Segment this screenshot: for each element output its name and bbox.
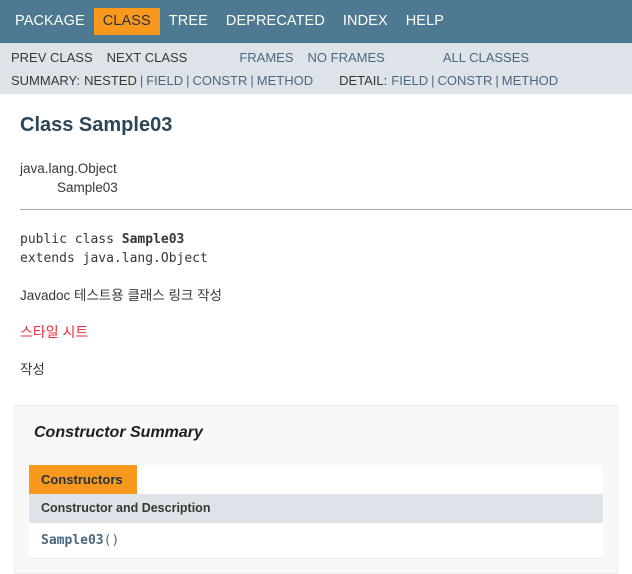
- constructors-tab-row: Constructors: [29, 465, 603, 494]
- class-declaration-line-2: extends java.lang.Object: [20, 251, 208, 266]
- hierarchy-level-object: java.lang.Object: [20, 161, 117, 176]
- class-description-extra: 작성: [20, 362, 45, 377]
- frames-link[interactable]: FRAMES: [239, 50, 293, 65]
- class-declaration: public class Sample03 extends java.lang.…: [20, 230, 632, 268]
- summary-nested-label: NESTED: [84, 72, 137, 88]
- detail-method-link[interactable]: METHOD: [502, 73, 558, 88]
- detail-label: DETAIL:: [339, 72, 388, 88]
- top-nav-list: PACKAGE CLASS TREE DEPRECATED INDEX HELP: [6, 8, 453, 35]
- main-content: Class Sample03 java.lang.Object Sample03…: [0, 113, 632, 574]
- page-title: Class Sample03: [20, 114, 173, 136]
- constructor-signature: (): [103, 533, 120, 548]
- all-classes-link[interactable]: ALL CLASSES: [443, 50, 529, 65]
- top-navigation-bar: PACKAGE CLASS TREE DEPRECATED INDEX HELP: [0, 0, 632, 43]
- summary-label: SUMMARY:: [11, 72, 81, 88]
- summary-field-link[interactable]: FIELD: [146, 73, 183, 88]
- sub-nav-row-summary-detail: SUMMARY: NESTED | FIELD | CONSTR | METHO…: [0, 68, 632, 94]
- separator: |: [431, 72, 435, 88]
- nav-item-help[interactable]: HELP: [397, 8, 453, 35]
- class-description-link[interactable]: 스타일 시트: [20, 323, 632, 342]
- constructor-summary-panel: Constructor Summary Constructors Constru…: [14, 405, 618, 574]
- class-name: Sample03: [121, 232, 185, 247]
- nav-item-index[interactable]: INDEX: [334, 8, 397, 35]
- sub-navigation-bar: PREV CLASS NEXT CLASS FRAMES NO FRAMES A…: [0, 43, 632, 94]
- nav-item-class[interactable]: CLASS: [93, 8, 160, 35]
- table-column-header: Constructor and Description: [29, 494, 603, 523]
- separator: |: [495, 72, 499, 88]
- separator: |: [186, 72, 190, 88]
- sub-nav-row-classes: PREV CLASS NEXT CLASS FRAMES NO FRAMES A…: [0, 43, 632, 68]
- summary-method-link[interactable]: METHOD: [257, 73, 313, 88]
- constructor-summary-title: Constructor Summary: [34, 424, 203, 441]
- detail-constr-link[interactable]: CONSTR: [438, 73, 493, 88]
- next-class-label: NEXT CLASS: [106, 49, 188, 65]
- detail-field-link[interactable]: FIELD: [391, 73, 428, 88]
- nav-item-tree[interactable]: TREE: [160, 8, 217, 35]
- table-row: Sample03(): [29, 523, 603, 559]
- hierarchy-divider: [20, 209, 632, 210]
- separator: |: [139, 72, 144, 88]
- prev-class-label: PREV CLASS: [11, 49, 93, 65]
- class-declaration-line-1: public class Sample03: [20, 230, 632, 249]
- hierarchy-level-current: Sample03: [57, 180, 118, 195]
- no-frames-link[interactable]: NO FRAMES: [308, 50, 385, 65]
- nav-item-deprecated[interactable]: DEPRECATED: [217, 8, 334, 35]
- class-modifiers: public class: [20, 232, 122, 247]
- separator: |: [250, 72, 254, 88]
- constructor-link-sample03[interactable]: Sample03: [41, 533, 104, 548]
- constructors-tab[interactable]: Constructors: [29, 465, 137, 494]
- summary-constr-link[interactable]: CONSTR: [192, 73, 247, 88]
- class-description: Javadoc 테스트용 클래스 링크 작성: [20, 288, 222, 303]
- constructor-summary-table: Constructors Constructor and Description…: [29, 465, 603, 559]
- class-hierarchy: java.lang.Object Sample03: [20, 159, 632, 197]
- nav-item-package[interactable]: PACKAGE: [6, 8, 94, 35]
